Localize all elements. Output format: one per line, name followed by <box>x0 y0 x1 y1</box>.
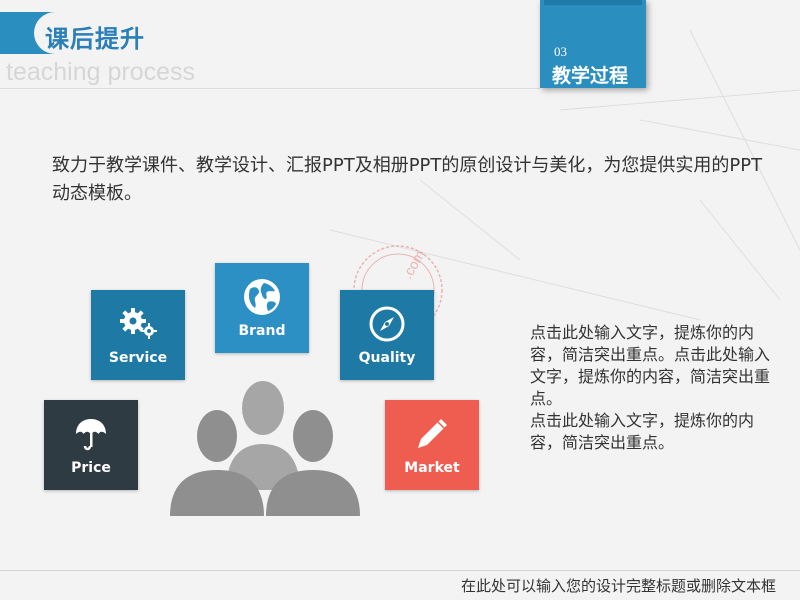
pencil-icon <box>418 419 447 448</box>
quality-tile[interactable]: Quality <box>340 290 434 380</box>
section-number: 03 <box>554 44 567 59</box>
footer-divider <box>0 570 800 571</box>
compass-icon <box>369 306 405 342</box>
page-title: 课后提升 <box>45 25 145 53</box>
page-subtitle: teaching process <box>6 58 196 86</box>
brand-tile[interactable]: Brand <box>215 263 309 353</box>
team-people-icon <box>170 381 360 516</box>
footer-text[interactable]: 在此处可以输入您的设计完整标题或删除文本框 <box>461 575 776 596</box>
quality-label: Quality <box>358 350 416 366</box>
market-tile[interactable]: Market <box>385 400 479 490</box>
header-divider <box>0 88 540 89</box>
price-tile[interactable]: Price <box>44 400 138 490</box>
intro-text[interactable]: 致力于教学课件、教学设计、汇报PPT及相册PPT的原创设计与美化，为您提供实用的… <box>52 152 772 208</box>
gears-icon <box>120 308 157 339</box>
service-label: Service <box>108 350 168 366</box>
section-tab: 03 教学过程 <box>540 0 646 88</box>
side-text-block[interactable]: 点击此处输入文字，提炼你的内容，简洁突出重点。点击此处输入文字，提炼你的内容，简… <box>530 322 770 454</box>
umbrella-icon <box>76 419 106 451</box>
price-label: Price <box>71 460 111 476</box>
side-text-paragraph-1: 点击此处输入文字，提炼你的内容，简洁突出重点。点击此处输入文字，提炼你的内容，简… <box>530 323 771 408</box>
service-tile[interactable]: Service <box>91 290 185 380</box>
brand-label: Brand <box>238 323 286 339</box>
side-text-paragraph-2: 点击此处输入文字，提炼你的内容，简洁突出重点。 <box>530 411 755 452</box>
market-label: Market <box>404 460 460 476</box>
section-label: 教学过程 <box>552 65 629 87</box>
globe-icon <box>244 279 280 315</box>
